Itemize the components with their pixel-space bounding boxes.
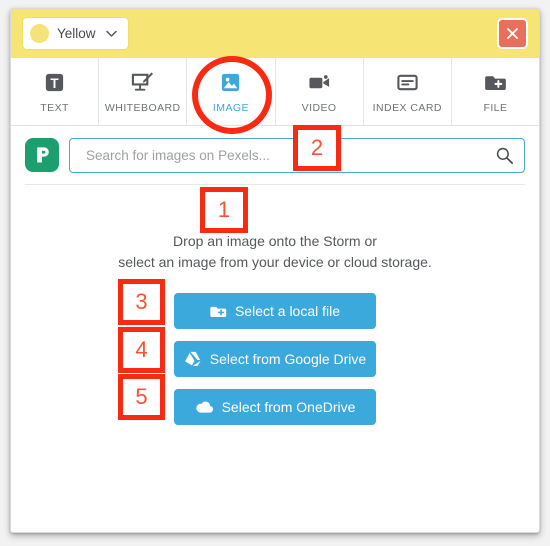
color-select[interactable]: Yellow xyxy=(23,18,128,49)
tab-video[interactable]: VIDEO xyxy=(276,58,364,125)
onedrive-cloud-icon xyxy=(195,400,214,414)
button-label: Select from Google Drive xyxy=(209,351,367,367)
color-select-label: Yellow xyxy=(57,26,96,41)
google-drive-icon xyxy=(184,351,202,367)
whiteboard-icon xyxy=(130,69,155,95)
video-icon xyxy=(307,69,332,95)
drop-instruction-line-1: Drop an image onto the Storm or xyxy=(173,233,377,249)
tab-file[interactable]: FILE xyxy=(452,58,539,125)
folder-add-icon xyxy=(210,303,227,320)
drop-zone[interactable]: Drop an image onto the Storm or select a… xyxy=(11,185,539,425)
drop-instruction-line-2: select an image from your device or clou… xyxy=(118,254,432,270)
pexels-logo-icon[interactable] xyxy=(25,138,59,172)
tab-index-card[interactable]: INDEX CARD xyxy=(364,58,452,125)
tab-label: INDEX CARD xyxy=(372,102,442,114)
chevron-down-icon xyxy=(105,25,117,43)
text-icon: T xyxy=(43,69,66,95)
image-icon xyxy=(219,69,242,95)
color-swatch xyxy=(30,24,49,43)
button-label: Select a local file xyxy=(234,303,341,319)
dialog-header: Yellow xyxy=(11,9,539,58)
image-picker-dialog: Yellow T TEXT WHITEBOARD IMAGE VIDEO IND… xyxy=(10,8,540,533)
pexels-search-row xyxy=(11,126,539,184)
select-local-file-button[interactable]: Select a local file xyxy=(174,293,376,329)
file-add-icon xyxy=(484,69,507,95)
source-button-group: Select a local file Select from Google D… xyxy=(174,293,376,425)
select-google-drive-button[interactable]: Select from Google Drive xyxy=(174,341,376,377)
close-icon xyxy=(507,28,518,39)
search-icon[interactable] xyxy=(489,146,514,165)
tab-text[interactable]: T TEXT xyxy=(11,58,100,125)
button-label: Select from OneDrive xyxy=(221,399,356,415)
tab-label: FILE xyxy=(483,102,508,114)
tab-label: IMAGE xyxy=(212,102,249,114)
tab-label: VIDEO xyxy=(301,102,337,114)
tab-image[interactable]: IMAGE xyxy=(187,58,276,125)
search-box[interactable] xyxy=(69,137,525,173)
svg-text:T: T xyxy=(50,75,59,90)
tab-label: WHITEBOARD xyxy=(104,102,181,114)
tab-whiteboard[interactable]: WHITEBOARD xyxy=(99,58,188,125)
select-onedrive-button[interactable]: Select from OneDrive xyxy=(174,389,376,425)
search-input[interactable] xyxy=(84,146,489,164)
index-card-icon xyxy=(396,69,419,95)
close-button[interactable] xyxy=(497,18,528,49)
media-type-tabs: T TEXT WHITEBOARD IMAGE VIDEO INDEX CARD… xyxy=(11,58,539,126)
tab-label: TEXT xyxy=(40,102,69,114)
